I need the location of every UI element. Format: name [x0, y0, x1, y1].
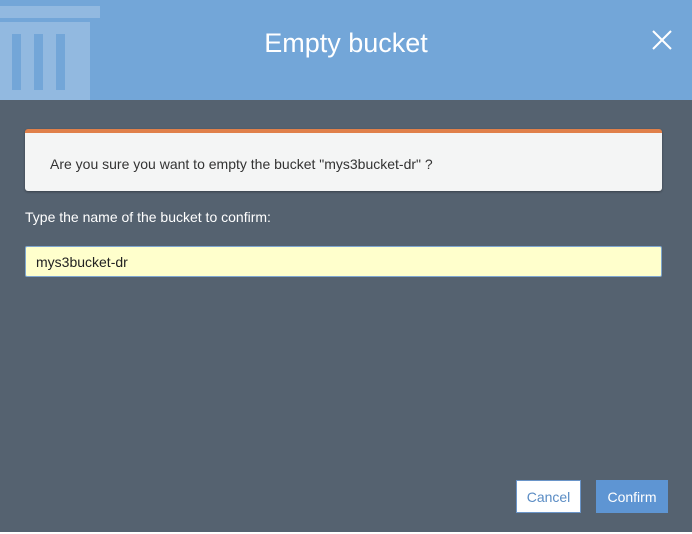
bucket-name-input[interactable]: [25, 246, 662, 277]
cancel-button[interactable]: Cancel: [516, 480, 581, 513]
dialog-header: Empty bucket: [0, 0, 692, 100]
confirm-field-label: Type the name of the bucket to confirm:: [25, 209, 271, 225]
warning-alert: Are you sure you want to empty the bucke…: [25, 129, 662, 191]
empty-bucket-dialog: Empty bucket Are you sure you want to em…: [0, 0, 692, 532]
dialog-title: Empty bucket: [264, 28, 428, 58]
close-icon[interactable]: [650, 28, 674, 52]
confirm-button[interactable]: Confirm: [596, 480, 668, 513]
alert-message: Are you sure you want to empty the bucke…: [50, 156, 433, 172]
